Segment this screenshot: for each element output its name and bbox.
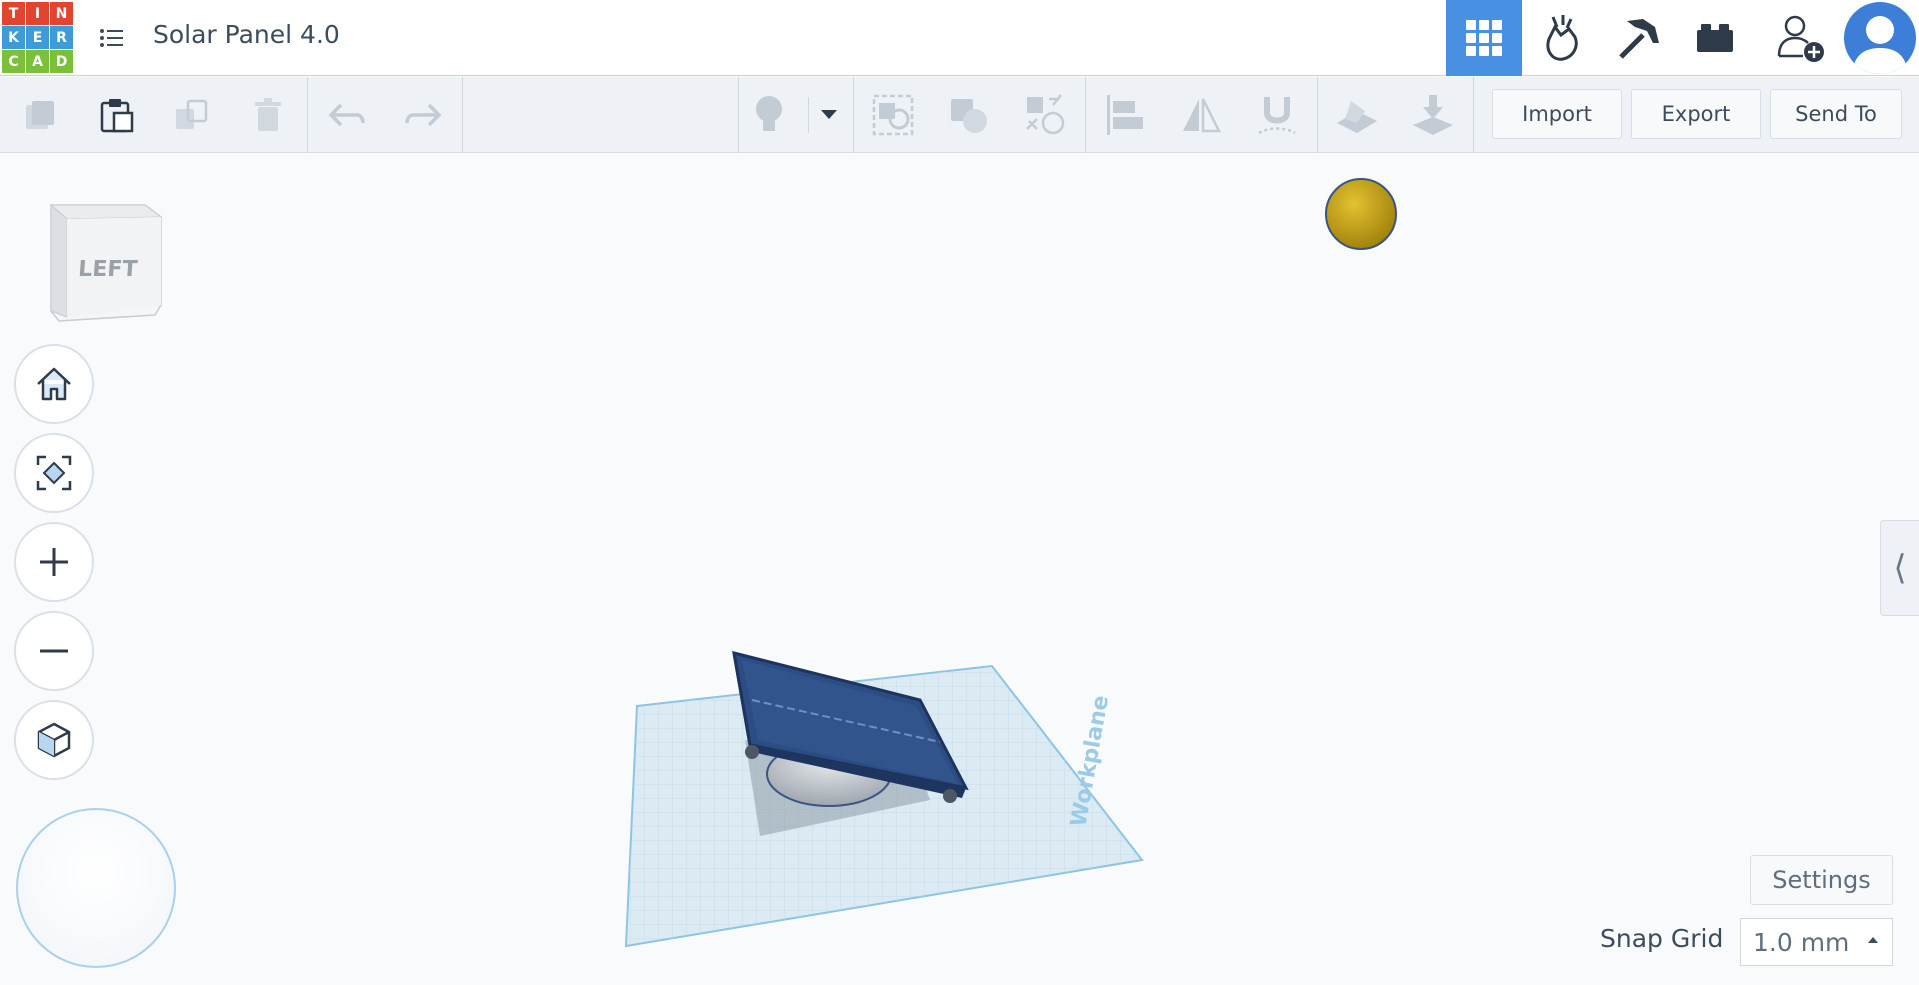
mirror-icon[interactable] [1177, 91, 1225, 139]
logo-letter: R [50, 26, 73, 49]
logo-letter: C [2, 50, 25, 73]
zoom-in-button[interactable] [14, 522, 94, 602]
settings-button[interactable]: Settings [1750, 855, 1893, 905]
home-icon [37, 367, 71, 401]
home-view-button[interactable] [14, 344, 94, 424]
solar-panel-shape[interactable] [732, 650, 969, 803]
collapse-panel-button[interactable]: ⟨ [1880, 520, 1919, 616]
zoom-out-button[interactable] [14, 611, 94, 691]
workplane-tool-icon[interactable] [1333, 91, 1381, 139]
drop-to-workplane-icon[interactable] [1409, 91, 1457, 139]
logo-letter: D [50, 50, 73, 73]
export-button[interactable]: Export [1631, 89, 1761, 139]
align-icon[interactable] [1101, 91, 1149, 139]
logo-letter: E [26, 26, 49, 49]
duplicate-icon[interactable] [168, 91, 216, 139]
view-cube[interactable]: LEFT [45, 195, 165, 325]
view-cube-face-label: LEFT [77, 257, 138, 282]
invite-user-icon[interactable] [1763, 0, 1839, 76]
group-icon[interactable] [869, 91, 917, 139]
fit-view-button[interactable] [14, 433, 94, 513]
projection-toggle-button[interactable] [14, 700, 94, 780]
minus-icon [40, 649, 68, 653]
user-avatar[interactable] [1844, 2, 1916, 74]
delete-icon[interactable] [244, 91, 292, 139]
orbit-control[interactable] [16, 808, 176, 968]
logo-letter: A [26, 50, 49, 73]
design-list-icon[interactable] [98, 24, 126, 52]
hole-solid-icon[interactable] [1021, 91, 1069, 139]
minecraft-pickaxe-icon[interactable] [1600, 0, 1676, 76]
show-all-dropdown-icon[interactable] [806, 91, 852, 139]
snap-grid-value: 1.0 mm [1753, 927, 1850, 957]
dome-shape[interactable] [766, 741, 892, 807]
tinkercad-logo[interactable]: TIN KER CAD [2, 2, 74, 74]
caret-up-icon [1868, 937, 1878, 943]
send-to-button[interactable]: Send To [1770, 89, 1902, 139]
undo-icon[interactable] [323, 91, 371, 139]
cube-perspective-icon [37, 722, 71, 758]
bricks-icon[interactable] [1677, 0, 1753, 76]
plus-icon [40, 548, 68, 576]
snap-grid-label: Snap Grid [1600, 924, 1724, 953]
workplane[interactable]: Workplane [624, 664, 1144, 948]
logo-letter: N [50, 2, 73, 25]
copy-icon[interactable] [16, 91, 64, 139]
sun-sphere-shape[interactable] [1325, 178, 1397, 250]
edit-toolbar: Import Export Send To [0, 77, 1919, 153]
show-all-lightbulb-icon[interactable] [745, 91, 793, 139]
logo-letter: T [2, 2, 25, 25]
circuits-icon[interactable] [1523, 0, 1599, 76]
cruise-magnet-icon[interactable] [1253, 91, 1301, 139]
redo-icon[interactable] [399, 91, 447, 139]
ungroup-icon[interactable] [945, 91, 993, 139]
top-bar: TIN KER CAD Solar Panel 4.0 [0, 0, 1919, 76]
logo-letter: K [2, 26, 25, 49]
document-title[interactable]: Solar Panel 4.0 [153, 20, 340, 49]
3d-design-grid-icon[interactable] [1446, 0, 1522, 76]
paste-icon[interactable] [92, 91, 140, 139]
chevron-left-icon: ⟨ [1893, 548, 1907, 588]
import-button[interactable]: Import [1492, 89, 1622, 139]
fit-view-icon [36, 455, 72, 491]
snap-grid-select[interactable]: 1.0 mm [1740, 918, 1893, 966]
workplane-label: Workplane [1066, 693, 1114, 828]
logo-letter: I [26, 2, 49, 25]
